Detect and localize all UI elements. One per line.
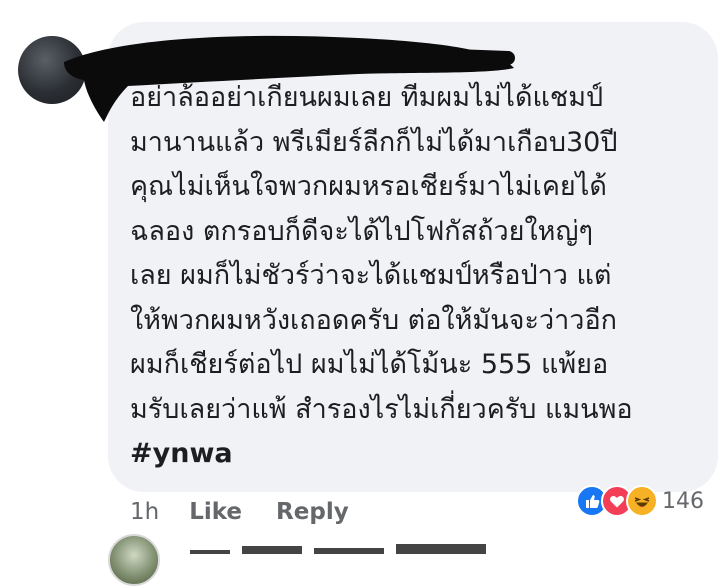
comment-text: อย่าล้ออย่าเกียนผมเลย ทีมผมไม่ได้แชมป์ ม…: [130, 76, 710, 477]
comment-line: เลย ผมก็ไม่ชัวร์ว่าจะได้แชมป์หรือป่าว แต…: [130, 260, 612, 291]
comment-line: ฉลอง ตกรอบก็ดีจะได้ไปโฟกัสถ้วยใหญ่ๆ: [130, 215, 593, 247]
comment-line: มรับเลยว่าแพ้ สำรองไรไม่เกี่ยวครับ แมนพอ: [130, 393, 633, 425]
next-commenter-avatar[interactable]: [108, 534, 160, 586]
next-commenter-name-partial: [190, 544, 486, 554]
hashtag-link[interactable]: #ynwa: [130, 432, 710, 477]
comment-line: ผมก็เชียร์ต่อไป ผมไม่ได้โม้นะ 555 แพ้ยอ: [130, 349, 609, 380]
like-button[interactable]: Like: [189, 499, 242, 525]
reaction-summary[interactable]: 146: [576, 484, 704, 518]
comment-line: อย่าล้ออย่าเกียนผมเลย ทีมผมไม่ได้แชมป์: [130, 82, 604, 113]
timestamp[interactable]: 1h: [130, 499, 159, 525]
comment-actions: 1h Like Reply: [130, 496, 383, 528]
comment-line: ให้พวกผมหวังเถอดครับ ต่อให้มันจะว่าวอีก: [130, 304, 618, 336]
comment-line: มานานแล้ว พรีเมียร์ลีกก็ไม่ได้มาเกือบ30ป…: [130, 126, 618, 158]
reaction-count: 146: [662, 488, 704, 514]
comment-line: คุณไม่เห็นใจพวกผมหรอเชียร์มาไม่เคยได้: [130, 171, 607, 202]
haha-icon: [626, 485, 658, 517]
reply-button[interactable]: Reply: [276, 499, 349, 525]
